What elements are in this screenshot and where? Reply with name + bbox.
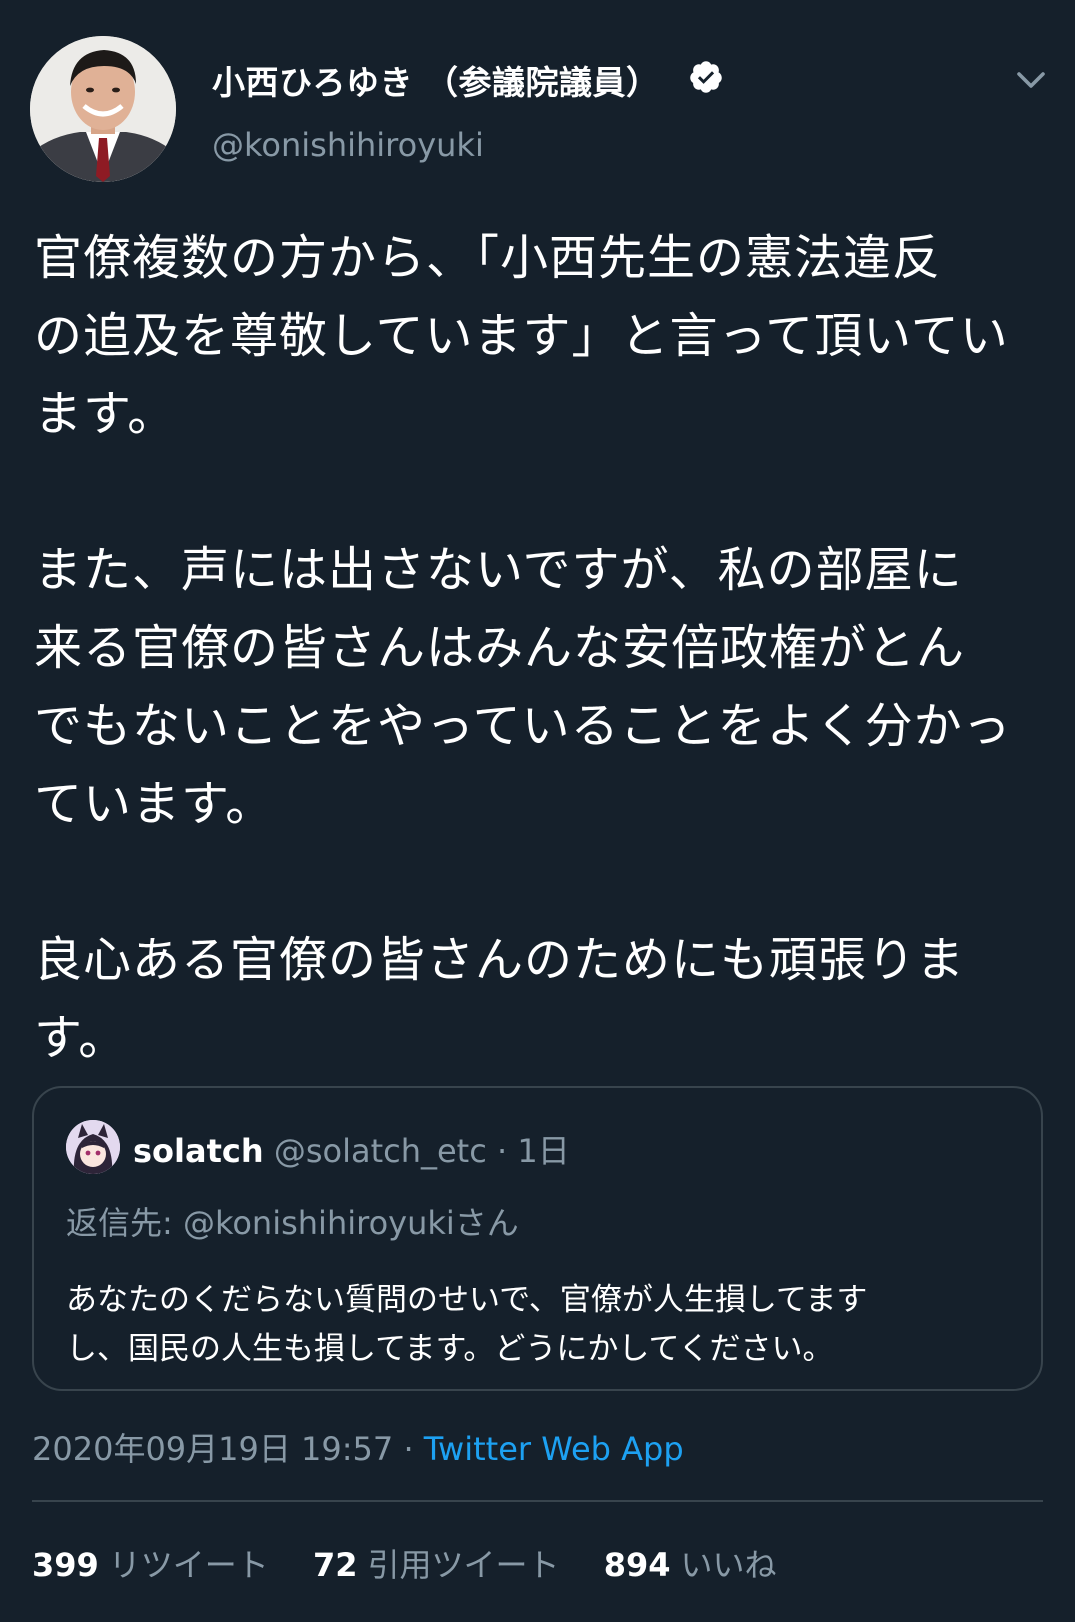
quoted-author-row: solatch @solatch_etc · 1日 bbox=[133, 1126, 570, 1172]
tweet-source-link[interactable]: Twitter Web App bbox=[424, 1430, 684, 1468]
author-display-name[interactable]: 小西ひろゆき （参議院議員） bbox=[212, 56, 660, 104]
quotes-count: 72 bbox=[312, 1546, 358, 1584]
quoted-tweet-text: あなたのくだらない質問のせいで、官僚が人生損してます し、国民の人生も損してます… bbox=[66, 1282, 868, 1367]
author-handle[interactable]: @konishihiroyuki bbox=[212, 126, 484, 164]
quoted-reply-to: 返信先: @konishihiroyukiさん bbox=[66, 1204, 519, 1242]
quoted-author-avatar bbox=[66, 1120, 120, 1174]
quoted-tweet-time: 1日 bbox=[517, 1132, 570, 1170]
meta-dot-separator: · bbox=[403, 1430, 414, 1468]
tweet-text: 官僚複数の方から、「小西先生の憲法違反 の追及を尊敬しています」と言って頂いてい… bbox=[34, 230, 1012, 1066]
tweet-stats: 399 リツイート 72 引用ツイート 894 いいね bbox=[32, 1540, 811, 1586]
retweets-label: リツイート bbox=[108, 1546, 269, 1584]
quoted-dot-separator: · bbox=[496, 1132, 508, 1170]
likes-count: 894 bbox=[603, 1546, 671, 1584]
author-avatar[interactable] bbox=[30, 36, 176, 182]
quotes-stat[interactable]: 72 引用ツイート bbox=[313, 1540, 560, 1586]
likes-label: いいね bbox=[680, 1546, 777, 1584]
retweets-count: 399 bbox=[32, 1546, 99, 1584]
chevron-down-icon[interactable] bbox=[1013, 62, 1049, 98]
tweet-timestamp[interactable]: 2020年09月19日 19:57 bbox=[32, 1430, 393, 1468]
quoted-author-name: solatch bbox=[133, 1132, 264, 1170]
tweet-meta: 2020年09月19日 19:57 · Twitter Web App bbox=[32, 1424, 684, 1470]
quotes-label: 引用ツイート bbox=[367, 1546, 560, 1584]
quoted-tweet[interactable]: solatch @solatch_etc · 1日 返信先: @konishih… bbox=[32, 1086, 1043, 1391]
divider bbox=[32, 1500, 1043, 1502]
retweets-stat[interactable]: 399 リツイート bbox=[32, 1540, 269, 1586]
verified-badge-icon bbox=[690, 61, 722, 93]
quoted-author-handle: @solatch_etc bbox=[273, 1132, 487, 1170]
tweet: 小西ひろゆき （参議院議員） @konishihiroyuki 官僚複数の方から… bbox=[0, 0, 1075, 1622]
likes-stat[interactable]: 894 いいね bbox=[604, 1540, 777, 1586]
